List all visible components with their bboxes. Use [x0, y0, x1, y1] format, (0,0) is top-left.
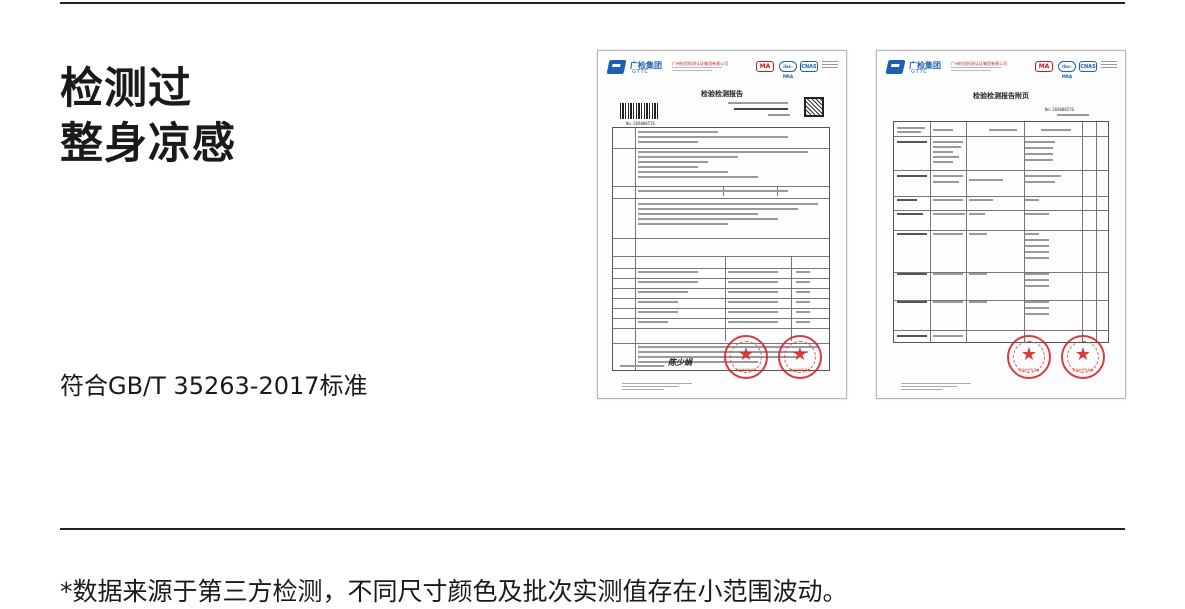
cnas-badge-icon: CNAS — [1079, 61, 1097, 72]
page-indicator-line — [1057, 114, 1089, 116]
signature: 陈少娟 — [668, 357, 692, 367]
seal-stamp-icon: ★ 检验检测专用章 — [724, 335, 768, 379]
report-title: 检验检测报告附页 — [973, 91, 1029, 100]
standard-text: 符合GB/T 35263-2017标准 — [60, 372, 368, 400]
gttc-logo: 广检集团 GTTC — [885, 60, 943, 76]
report-meta-line — [728, 102, 788, 104]
seal-star-icon: ★ — [737, 344, 755, 365]
org-address-lines — [951, 67, 1001, 73]
seal-text: 检验检测专用章 — [1072, 368, 1094, 372]
seal-text: 检验检测专用章 — [789, 368, 811, 372]
bottom-divider — [60, 528, 1125, 530]
report-header: 广检集团 GTTC 广州检验检测认证集团有限公司 MA ilac-MRA CNA… — [606, 59, 838, 79]
report-footer-lines — [901, 381, 971, 390]
ilac-badge-icon: ilac-MRA — [1058, 61, 1076, 79]
appendix-results-table — [893, 121, 1109, 343]
test-report-cover: 广检集团 GTTC 广州检验检测认证集团有限公司 MA ilac-MRA CNA… — [597, 50, 847, 399]
barcode-icon — [620, 103, 660, 119]
report-number: No:269008576 — [1045, 107, 1074, 112]
badge-note-lines — [822, 61, 838, 70]
cma-badge-icon: MA — [1035, 61, 1053, 72]
cnas-badge-icon: CNAS — [800, 61, 818, 72]
cma-badge-icon: MA — [756, 61, 774, 72]
seal-text: 检验检测专用章 — [735, 368, 757, 372]
badge-note-lines — [1101, 61, 1117, 70]
gttc-logo-icon — [885, 60, 906, 74]
report-footer-lines — [622, 381, 692, 390]
seal-stamp-icon: ★ 检验检测专用章 — [1007, 335, 1051, 379]
logo-en: GTTC — [632, 69, 649, 75]
seal-star-icon: ★ — [1020, 344, 1038, 365]
report-header: 广检集团 GTTC 广州检验检测认证集团有限公司 MA ilac-MRA CNA… — [885, 59, 1117, 79]
data-source-footnote: *数据来源于第三方检测，不同尺寸颜色及批次实测值存在小范围波动。 — [60, 577, 848, 606]
report-number: No:269008576 — [626, 121, 655, 126]
seal-star-icon: ★ — [791, 344, 809, 365]
seal-text: 检验检测专用章 — [1018, 368, 1040, 372]
ilac-badge-icon: ilac-MRA — [779, 61, 797, 79]
top-divider — [60, 2, 1125, 4]
signatory-line — [620, 365, 664, 367]
test-report-appendix: 广检集团 GTTC 广州检验检测认证集团有限公司 MA ilac-MRA CNA… — [876, 50, 1126, 399]
logo-en: GTTC — [911, 69, 928, 75]
qr-code-icon — [804, 97, 824, 117]
seal-stamp-icon: ★ 检验检测专用章 — [1061, 335, 1105, 379]
gttc-logo-icon — [606, 60, 627, 74]
headline-line-2: 整身凉感 — [60, 119, 236, 169]
report-meta-line — [768, 114, 790, 116]
report-meta-line — [734, 108, 788, 110]
seal-star-icon: ★ — [1074, 344, 1092, 365]
headline: 检测过 整身凉感 — [60, 62, 236, 172]
seal-stamp-icon: ★ 检验检测专用章 — [778, 335, 822, 379]
gttc-logo: 广检集团 GTTC — [606, 60, 664, 76]
org-address-lines — [672, 67, 722, 73]
headline-line-1: 检测过 — [60, 64, 192, 114]
